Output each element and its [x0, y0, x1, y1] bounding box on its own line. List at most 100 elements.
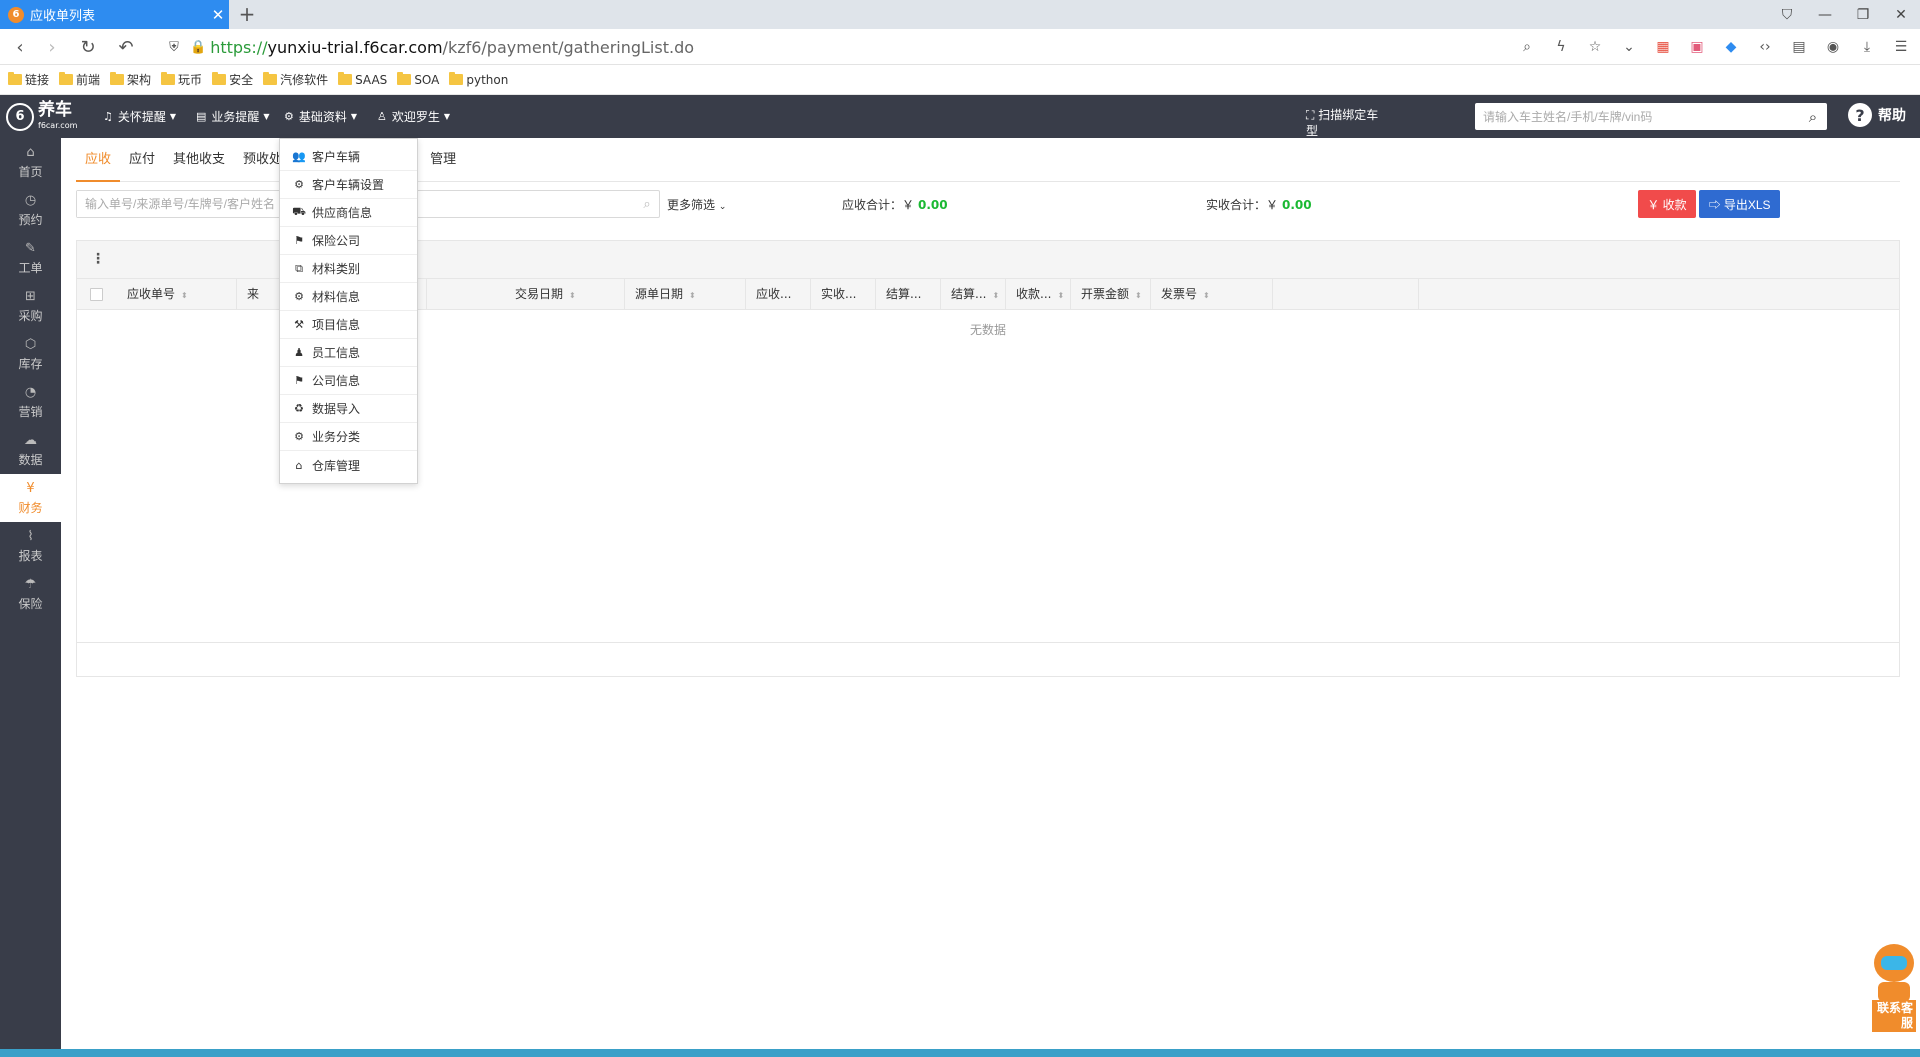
search-icon[interactable]: ⌕: [635, 197, 659, 212]
forward-icon[interactable]: ›: [40, 35, 64, 59]
menu-item-customer-vehicle-settings[interactable]: ⚙ 客户车辆设置: [280, 171, 417, 199]
menu-item-supplier[interactable]: ⛟ 供应商信息: [280, 199, 417, 227]
shield-icon[interactable]: ⛨: [162, 35, 186, 59]
home-icon: ⌂: [295, 458, 303, 472]
devtools-icon[interactable]: ‹›: [1754, 36, 1776, 58]
sidebar-item-marketing[interactable]: ◔ 营销: [0, 378, 61, 426]
col-payment[interactable]: 收款... ⬍: [1006, 279, 1071, 310]
more-filter-button[interactable]: 更多筛选 ⌄: [667, 196, 726, 213]
bookmark-folder[interactable]: 前端: [59, 71, 100, 88]
received-total: 实收合计：￥ 0.00: [1206, 198, 1312, 212]
sidebar-item-workorder[interactable]: ✎ 工单: [0, 234, 61, 282]
menu-basic-data[interactable]: ⚙ 基础资料 ▼: [284, 95, 357, 138]
extension-icon[interactable]: ◆: [1720, 36, 1742, 58]
bookmark-folder[interactable]: python: [449, 72, 508, 87]
back-icon[interactable]: ‹: [8, 35, 32, 59]
close-window-icon[interactable]: ✕: [1882, 0, 1920, 29]
sidebar-item-insurance[interactable]: ☂ 保险: [0, 570, 61, 618]
collect-button[interactable]: ￥ 收款: [1638, 190, 1696, 218]
menu-item-material-category[interactable]: ⧉ 材料类别: [280, 255, 417, 283]
zoom-icon[interactable]: ⌕: [1516, 36, 1538, 58]
tab-receivable[interactable]: 应收: [76, 146, 121, 182]
menu-item-employee-info[interactable]: ♟ 员工信息: [280, 339, 417, 367]
download-icon[interactable]: ⤓: [1856, 36, 1878, 58]
sidebar-item-purchase[interactable]: ⊞ 采购: [0, 282, 61, 330]
restore-icon[interactable]: ❐: [1844, 0, 1882, 29]
sidebar-item-data[interactable]: ☁ 数据: [0, 426, 61, 474]
sidebar-item-appointment[interactable]: ◷ 预约: [0, 186, 61, 234]
menu-item-customer-vehicle[interactable]: 👥 客户车辆: [280, 143, 417, 171]
caret-down-icon: ▼: [443, 112, 451, 121]
new-tab-button[interactable]: +: [236, 3, 258, 25]
bookmark-folder[interactable]: 安全: [212, 71, 253, 88]
app-logo[interactable]: 6 养车 f6car.com: [6, 101, 77, 132]
sort-icon[interactable]: ⬍: [181, 291, 188, 300]
menu-item-company-info[interactable]: ⚑ 公司信息: [280, 367, 417, 395]
select-all-checkbox[interactable]: [90, 288, 103, 301]
bookmark-folder[interactable]: SOA: [397, 72, 439, 87]
menu-care-reminder[interactable]: ♫ 关怀提醒 ▼: [103, 95, 176, 138]
col-source-date[interactable]: 源单日期 ⬍: [625, 279, 746, 310]
url-field[interactable]: 🔒 https:// yunxiu-trial.f6car.com /kzf6/…: [190, 35, 1510, 59]
chevron-down-icon[interactable]: ⌄: [1618, 36, 1640, 58]
tab-close-icon[interactable]: ✕: [207, 6, 229, 24]
address-bar-tools: ⌕ ϟ ☆ ⌄ ▦ ▣ ◆ ‹› ▤ ◉ ⤓ ☰: [1516, 35, 1912, 59]
lightning-icon[interactable]: ϟ: [1550, 36, 1572, 58]
star-icon[interactable]: ☆: [1584, 36, 1606, 58]
bookmark-folder[interactable]: 链接: [8, 71, 49, 88]
tab-other-income-expense[interactable]: 其他收支: [164, 146, 234, 182]
column-settings-icon[interactable]: ⋮: [91, 251, 105, 267]
users-icon: 👥: [292, 150, 306, 163]
menu-item-insurance-company[interactable]: ⚑ 保险公司: [280, 227, 417, 255]
col-receivable-no[interactable]: 应收单号 ⬍: [117, 279, 237, 310]
col-settlement-2[interactable]: 结算... ⬍: [941, 279, 1006, 310]
timer-icon: ◔: [24, 384, 37, 400]
sidebar-item-home[interactable]: ⌂ 首页: [0, 138, 61, 186]
sidebar-item-reports[interactable]: ⌇ 报表: [0, 522, 61, 570]
col-received-amount[interactable]: 实收...: [811, 279, 876, 310]
tab-payable[interactable]: 应付: [120, 146, 164, 182]
header-search-input[interactable]: [1475, 104, 1799, 129]
sidebar-item-finance[interactable]: ¥ 财务: [0, 474, 61, 522]
reload-icon[interactable]: ↻: [76, 35, 100, 59]
menu-item-warehouse[interactable]: ⌂ 仓库管理: [280, 451, 417, 479]
sort-icon[interactable]: ⬍: [992, 291, 999, 300]
sort-icon[interactable]: ⬍: [689, 291, 696, 300]
menu-item-business-category[interactable]: ⚙ 业务分类: [280, 423, 417, 451]
help-button[interactable]: ? 帮助: [1848, 103, 1906, 127]
undo-icon[interactable]: ↶: [114, 35, 138, 59]
col-receivable-amount[interactable]: 应收...: [746, 279, 811, 310]
privacy-icon[interactable]: ◉: [1822, 36, 1844, 58]
scan-bind-vehicle-button[interactable]: ⛶ 扫描绑定车型: [1306, 107, 1386, 139]
bookmark-folder[interactable]: 汽修软件: [263, 71, 328, 88]
browser-tab-active[interactable]: 6 应收单列表 ✕: [0, 0, 229, 29]
ticket-icon[interactable]: ▣: [1686, 36, 1708, 58]
folder-icon: [59, 72, 74, 85]
menu-item-project-info[interactable]: ⚒ 项目信息: [280, 311, 417, 339]
col-settlement-1[interactable]: 结算...: [876, 279, 941, 310]
menu-user[interactable]: ♙ 欢迎罗生 ▼: [377, 95, 450, 138]
sort-icon[interactable]: ⬍: [1203, 291, 1210, 300]
customer-service-robot[interactable]: 联系客服: [1868, 940, 1918, 1032]
menu-item-material-info[interactable]: ⚙ 材料信息: [280, 283, 417, 311]
menu-icon[interactable]: ☰: [1890, 36, 1912, 58]
tab-management[interactable]: 管理: [421, 146, 465, 182]
minimize-icon[interactable]: —: [1806, 0, 1844, 29]
skin-icon[interactable]: ⛉: [1768, 0, 1806, 29]
menu-item-data-import[interactable]: ♻ 数据导入: [280, 395, 417, 423]
bookmark-folder[interactable]: 玩币: [161, 71, 202, 88]
search-icon[interactable]: ⌕: [1799, 108, 1827, 126]
col-trade-date[interactable]: 交易日期 ⬍: [505, 279, 625, 310]
sort-icon[interactable]: ⬍: [1057, 291, 1064, 300]
col-invoice-amount[interactable]: 开票金额 ⬍: [1071, 279, 1151, 310]
sidebar-item-inventory[interactable]: ⬡ 库存: [0, 330, 61, 378]
apps-icon[interactable]: ▦: [1652, 36, 1674, 58]
sort-icon[interactable]: ⬍: [1135, 291, 1142, 300]
bookmark-folder[interactable]: SAAS: [338, 72, 387, 87]
col-invoice-no[interactable]: 发票号 ⬍: [1151, 279, 1273, 310]
sort-icon[interactable]: ⬍: [569, 291, 576, 300]
rp-icon[interactable]: ▤: [1788, 36, 1810, 58]
export-xls-button[interactable]: ⇨ 导出XLS: [1699, 190, 1780, 218]
bookmark-folder[interactable]: 架构: [110, 71, 151, 88]
menu-business-reminder[interactable]: ▤ 业务提醒 ▼: [196, 95, 270, 138]
